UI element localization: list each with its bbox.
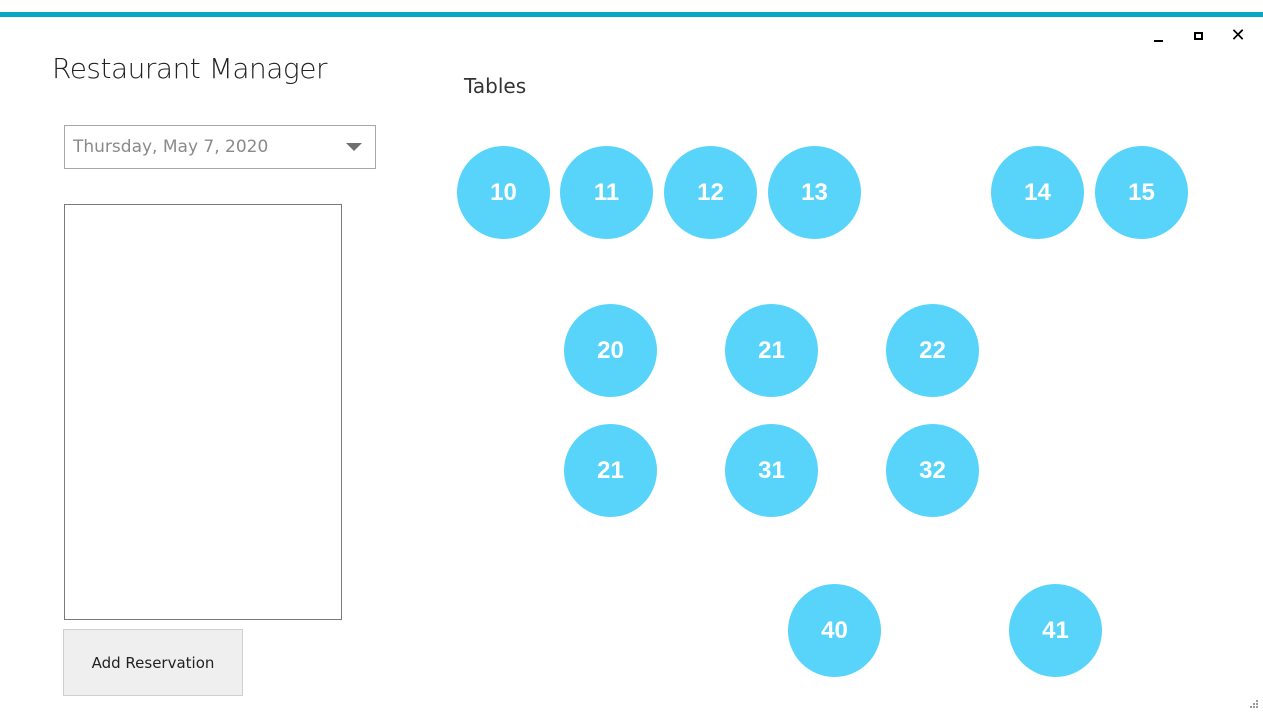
table-12[interactable]: 12: [664, 146, 757, 239]
maximize-icon: [1193, 32, 1203, 40]
table-10[interactable]: 10: [457, 146, 550, 239]
close-icon: ✕: [1230, 25, 1246, 46]
app-window: ✕ Restaurant Manager Tables Thursday, Ma…: [0, 0, 1263, 713]
window-controls: ✕: [1149, 25, 1247, 47]
date-picker-value: Thursday, May 7, 2020: [73, 137, 269, 157]
table-14[interactable]: 14: [991, 146, 1084, 239]
close-button[interactable]: ✕: [1229, 27, 1247, 45]
table-40[interactable]: 40: [788, 584, 881, 677]
table-11[interactable]: 11: [560, 146, 653, 239]
page-title: Restaurant Manager: [52, 52, 327, 85]
table-21-second[interactable]: 21: [564, 424, 657, 517]
table-21[interactable]: 21: [725, 304, 818, 397]
reservation-list[interactable]: [64, 204, 342, 620]
table-20[interactable]: 20: [564, 304, 657, 397]
chevron-down-icon: [346, 143, 362, 151]
table-13[interactable]: 13: [768, 146, 861, 239]
table-22[interactable]: 22: [886, 304, 979, 397]
table-15[interactable]: 15: [1095, 146, 1188, 239]
table-31[interactable]: 31: [725, 424, 818, 517]
minimize-button[interactable]: [1149, 27, 1167, 45]
table-32[interactable]: 32: [886, 424, 979, 517]
resize-grip-icon[interactable]: [1249, 699, 1259, 709]
table-41[interactable]: 41: [1009, 584, 1102, 677]
date-picker[interactable]: Thursday, May 7, 2020: [64, 125, 376, 169]
accent-bar: [0, 12, 1263, 17]
tables-heading: Tables: [464, 74, 527, 98]
minimize-icon: [1153, 40, 1163, 42]
maximize-button[interactable]: [1189, 27, 1207, 45]
add-reservation-button[interactable]: Add Reservation: [63, 629, 243, 696]
